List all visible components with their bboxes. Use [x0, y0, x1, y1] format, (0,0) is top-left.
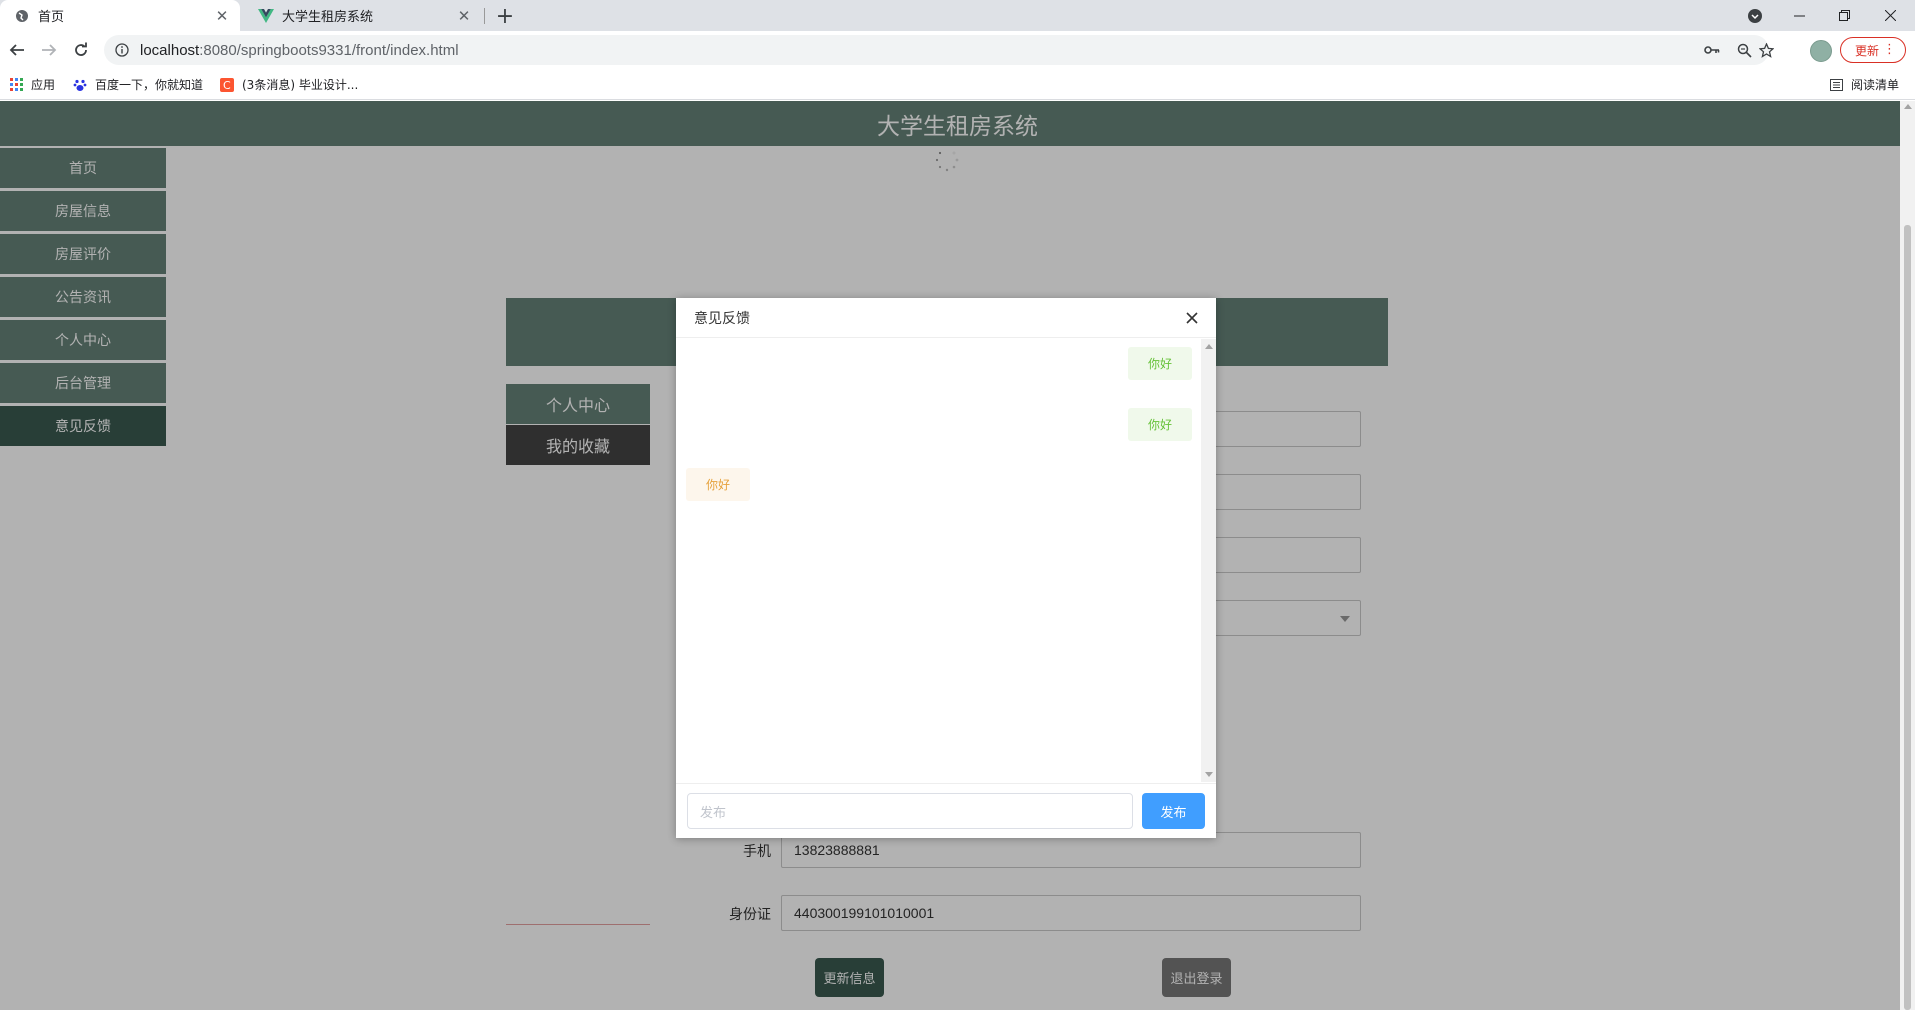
new-tab-plus-icon[interactable]: +: [492, 3, 518, 29]
bookmark-label: 百度一下，你就知道: [95, 78, 204, 92]
page-scrollbar[interactable]: [1900, 101, 1915, 1010]
close-window-icon[interactable]: [1868, 0, 1913, 31]
tab-search-icon[interactable]: [1732, 0, 1777, 31]
reload-icon[interactable]: [66, 35, 96, 65]
chat-scrollbar[interactable]: [1201, 339, 1216, 782]
chat-message-sent: 你好: [1127, 408, 1192, 441]
zoom-icon[interactable]: [1736, 42, 1752, 58]
close-icon[interactable]: [1182, 308, 1202, 328]
browser-update-button[interactable]: 更新 ⋮: [1840, 37, 1906, 63]
scroll-down-arrow-icon[interactable]: [1205, 772, 1213, 777]
bookmarks-bar: 应用 百度一下，你就知道 C (3条消息) 毕业设计... 阅读清单: [0, 69, 1915, 100]
apps-icon: [9, 78, 23, 92]
tab-title: 大学生租房系统: [282, 10, 374, 25]
chat-messages[interactable]: 你好 你好 你好: [676, 339, 1201, 782]
send-label: 发布: [1160, 805, 1187, 821]
url-host: localhost: [140, 41, 200, 59]
minimize-icon[interactable]: [1777, 0, 1822, 31]
feedback-input[interactable]: 发布: [687, 793, 1133, 829]
back-arrow-icon[interactable]: [2, 35, 32, 65]
vue-logo-icon: [258, 8, 274, 24]
update-label: 更新: [1855, 43, 1880, 58]
scroll-up-arrow-icon[interactable]: [1205, 344, 1213, 349]
more-menu-icon: ⋮: [1883, 42, 1896, 57]
reading-list[interactable]: 阅读清单: [1829, 76, 1899, 93]
bookmark-label: (3条消息) 毕业设计...: [242, 78, 359, 92]
reading-list-icon: [1829, 78, 1843, 92]
bookmark-csdn[interactable]: C (3条消息) 毕业设计...: [220, 76, 358, 93]
browser-tab-rental[interactable]: 大学生租房系统 ✕: [244, 0, 482, 31]
globe-icon: [14, 8, 30, 24]
forward-arrow-icon[interactable]: [34, 35, 64, 65]
reading-list-label: 阅读清单: [1851, 78, 1900, 92]
browser-tab-home[interactable]: 首页 ✕: [0, 0, 240, 31]
input-placeholder: 发布: [700, 805, 727, 821]
dialog-header: 意见反馈: [676, 298, 1216, 338]
feedback-dialog: 意见反馈 你好 你好 你好 发布 发布: [676, 298, 1216, 838]
bookmark-star-icon[interactable]: [1758, 42, 1774, 58]
close-tab-icon[interactable]: ✕: [212, 6, 232, 26]
csdn-icon: C: [220, 77, 234, 92]
browser-tab-bar: 首页 ✕ 大学生租房系统 ✕ +: [0, 0, 1915, 31]
tab-separator: [484, 8, 485, 24]
bookmark-label: 应用: [31, 78, 56, 92]
dialog-title: 意见反馈: [694, 310, 750, 327]
dialog-footer: 发布 发布: [676, 783, 1216, 838]
url-path: :8080/springboots9331/front/index.html: [199, 41, 459, 59]
send-button[interactable]: 发布: [1142, 793, 1205, 829]
site-info-icon[interactable]: [114, 42, 130, 58]
browser-toolbar: localhost:8080/springboots9331/front/ind…: [0, 31, 1915, 69]
scroll-up-arrow-icon[interactable]: [1904, 104, 1912, 109]
scrollbar-thumb[interactable]: [1904, 225, 1911, 1010]
baidu-paw-icon: [73, 78, 87, 92]
chat-message-reply: 你好: [686, 468, 751, 501]
tab-title: 首页: [38, 10, 65, 25]
address-bar[interactable]: localhost:8080/springboots9331/front/ind…: [104, 35, 1774, 65]
close-tab-icon[interactable]: ✕: [454, 6, 474, 26]
key-icon[interactable]: [1704, 42, 1720, 58]
restore-icon[interactable]: [1822, 0, 1867, 31]
svg-text:C: C: [223, 79, 231, 92]
bookmark-apps[interactable]: 应用: [9, 76, 55, 93]
profile-avatar[interactable]: [1810, 40, 1832, 62]
bookmark-baidu[interactable]: 百度一下，你就知道: [73, 76, 203, 93]
chat-message-sent: 你好: [1127, 347, 1192, 380]
url-text: localhost:8080/springboots9331/front/ind…: [140, 42, 459, 59]
